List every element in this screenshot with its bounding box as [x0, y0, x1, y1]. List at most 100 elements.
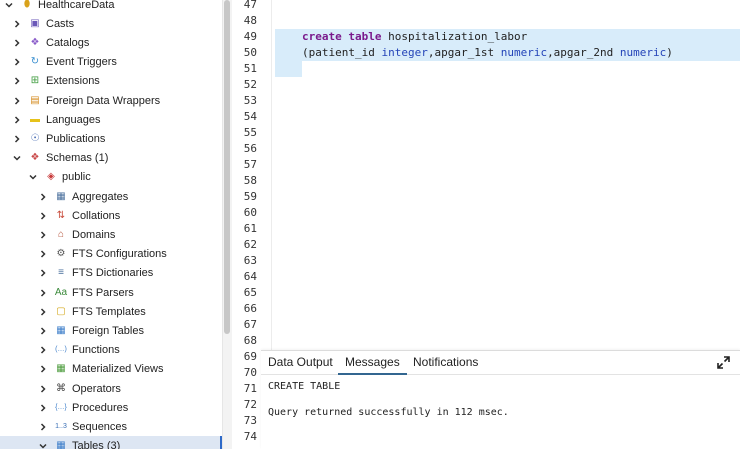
chevron-right-icon[interactable] — [38, 268, 48, 278]
tree-item-fts-parsers[interactable]: Aa FTS Parsers — [0, 283, 222, 302]
tree-item-fts-templates[interactable]: ▢ FTS Templates — [0, 302, 222, 321]
chevron-right-icon[interactable] — [12, 96, 22, 106]
chevron-down-icon[interactable] — [38, 441, 48, 449]
line-number: 66 — [243, 302, 257, 315]
tree-item-fts-dictionaries[interactable]: ≡ FTS Dictionaries — [0, 263, 222, 282]
languages-icon: ▬ — [30, 113, 40, 125]
line-number: 72 — [243, 398, 257, 411]
tree-item-fts-configurations[interactable]: ⚙ FTS Configurations — [0, 244, 222, 263]
tree-item-label: Schemas (1) — [46, 151, 109, 164]
line-number: 55 — [243, 126, 257, 139]
line-number: 70 — [243, 366, 257, 379]
tree-item-functions[interactable]: (…) Functions — [0, 340, 222, 359]
chevron-right-icon[interactable] — [38, 249, 48, 259]
tree-item-label: FTS Configurations — [72, 247, 167, 260]
message-line: CREATE TABLE — [268, 381, 341, 392]
line-number: 59 — [243, 190, 257, 203]
chevron-right-icon[interactable] — [38, 326, 48, 336]
tree-item-label: Foreign Tables — [72, 324, 144, 337]
chevron-down-icon[interactable] — [4, 0, 14, 10]
tree-scrollbar-thumb[interactable] — [224, 0, 230, 334]
line-number: 69 — [243, 350, 257, 363]
chevron-right-icon[interactable] — [38, 364, 48, 374]
tree-item-label: Materialized Views — [72, 362, 164, 375]
tree-item-label: FTS Parsers — [72, 286, 134, 299]
chevron-right-icon[interactable] — [38, 403, 48, 413]
chevron-right-icon[interactable] — [12, 19, 22, 29]
domains-icon: ⌂ — [57, 228, 65, 240]
tree-item-foreign-data-wrappers[interactable]: ▤ Foreign Data Wrappers — [0, 91, 222, 110]
tree-item-label: Collations — [72, 209, 121, 222]
selection-highlight — [275, 61, 302, 77]
tree-item-catalogs[interactable]: ❖ Catalogs — [0, 33, 222, 52]
chevron-right-icon[interactable] — [12, 38, 22, 48]
results-panel: Data Output Messages Notifications CREAT… — [261, 350, 740, 449]
tree-item-label: public — [62, 170, 91, 183]
tab-messages[interactable]: Messages — [338, 351, 407, 375]
tree-item-label: Event Triggers — [46, 55, 117, 68]
tree-item-materialized-views[interactable]: ▦ Materialized Views — [0, 359, 222, 378]
expand-icon[interactable] — [717, 356, 730, 369]
chevron-right-icon[interactable] — [38, 211, 48, 221]
materialized-views-icon: ▦ — [56, 362, 66, 374]
chevron-right-icon[interactable] — [38, 345, 48, 355]
code-text: ) — [666, 46, 673, 59]
code-line-50[interactable]: (patient_id integer,apgar_1st numeric,ap… — [302, 46, 673, 59]
chevron-right-icon[interactable] — [38, 384, 48, 394]
tree-item-label: FTS Dictionaries — [72, 266, 154, 279]
tree-item-casts[interactable]: ▣ Casts — [0, 14, 222, 33]
chevron-right-icon[interactable] — [38, 307, 48, 317]
line-number: 47 — [243, 0, 257, 11]
tab-notifications[interactable]: Notifications — [406, 351, 485, 375]
tree-item-public[interactable]: ◈ public — [0, 167, 222, 186]
table-name: hospitalization_labor — [388, 30, 528, 43]
tab-data-output[interactable]: Data Output — [261, 351, 340, 375]
tree-item-languages[interactable]: ▬ Languages — [0, 110, 222, 129]
chevron-right-icon[interactable] — [38, 192, 48, 202]
tables-icon: ▦ — [56, 439, 66, 449]
tree-item-extensions[interactable]: ⊞ Extensions — [0, 71, 222, 90]
tree-item-label: Procedures — [72, 401, 129, 414]
code-line-49[interactable]: create table hospitalization_labor — [302, 30, 527, 43]
tree-item-label: Sequences — [72, 420, 128, 433]
results-tabs: Data Output Messages Notifications — [261, 351, 740, 375]
tree-item-label: Languages — [46, 113, 101, 126]
fts-parsers-icon: Aa — [54, 286, 68, 298]
chevron-right-icon[interactable] — [38, 422, 48, 432]
tree-item-schemas-1[interactable]: ❖ Schemas (1) — [0, 148, 222, 167]
tree-item-label: Functions — [72, 343, 120, 356]
type-numeric: numeric — [619, 46, 667, 59]
line-number: 49 — [243, 30, 257, 43]
tree-item-label: Publications — [46, 132, 106, 145]
chevron-right-icon[interactable] — [12, 76, 22, 86]
tree-item-procedures[interactable]: {…} Procedures — [0, 398, 222, 417]
tree-item-healthcaredata[interactable]: ⬮ HealthcareData — [0, 0, 222, 14]
extensions-icon: ⊞ — [30, 74, 40, 86]
tree-item-event-triggers[interactable]: ↻ Event Triggers — [0, 52, 222, 71]
chevron-down-icon[interactable] — [12, 153, 22, 163]
tree-item-collations[interactable]: ⇅ Collations — [0, 206, 222, 225]
type-numeric: numeric — [500, 46, 548, 59]
object-explorer-tree: ⬮ HealthcareData ▣ Casts ❖ Catalogs ↻ Event Tri… — [0, 0, 222, 449]
chevron-right-icon[interactable] — [12, 115, 22, 125]
fts-configurations-icon: ⚙ — [56, 247, 66, 259]
tree-item-domains[interactable]: ⌂ Domains — [0, 225, 222, 244]
tree-item-sequences[interactable]: 1..3 Sequences — [0, 417, 222, 436]
chevron-right-icon[interactable] — [12, 134, 22, 144]
chevron-right-icon[interactable] — [12, 57, 22, 67]
code-text: ,apgar_1st — [427, 46, 501, 59]
message-line: Query returned successfully in 112 msec. — [268, 407, 509, 418]
tree-item-aggregates[interactable]: ▦ Aggregates — [0, 187, 222, 206]
tree-item-publications[interactable]: ☉ Publications — [0, 129, 222, 148]
sequences-icon: 1..3 — [55, 423, 67, 430]
tree-item-tables-3[interactable]: ▦ Tables (3) — [0, 436, 222, 449]
chevron-right-icon[interactable] — [38, 230, 48, 240]
chevron-down-icon[interactable] — [28, 172, 38, 182]
line-number: 63 — [243, 254, 257, 267]
line-number: 56 — [243, 142, 257, 155]
chevron-right-icon[interactable] — [38, 288, 48, 298]
tree-item-foreign-tables[interactable]: ▦ Foreign Tables — [0, 321, 222, 340]
tree-item-operators[interactable]: ⌘ Operators — [0, 379, 222, 398]
catalogs-icon: ❖ — [30, 36, 40, 48]
schema-icon: ◈ — [47, 170, 55, 182]
